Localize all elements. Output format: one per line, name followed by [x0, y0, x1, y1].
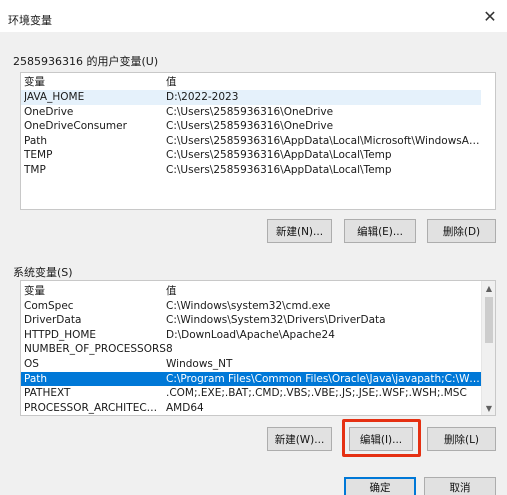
row-variable: PATHEXT: [24, 387, 71, 400]
row-variable: Path: [24, 134, 48, 147]
system-row-4[interactable]: NUMBER_OF_PROCESSORS 8: [21, 342, 481, 357]
row-value: C:\Users\2585936316\AppData\Local\Temp: [166, 149, 392, 162]
system-row-3[interactable]: HTTPD_HOME D:\DownLoad\Apache\Apache24: [21, 328, 481, 343]
window-title: 环境变量: [8, 14, 52, 27]
row-variable: NUMBER_OF_PROCESSORS: [24, 343, 166, 356]
system-new-button[interactable]: 新建(W)...: [267, 427, 332, 451]
row-value: C:\Users\2585936316\AppData\Local\Micros…: [166, 134, 480, 147]
vertical-scrollbar[interactable]: ▲ ▼: [481, 281, 495, 415]
row-variable: Path: [24, 372, 48, 385]
user-row-5[interactable]: TEMP C:\Users\2585936316\AppData\Local\T…: [21, 148, 481, 163]
column-header-variable[interactable]: 变量: [24, 75, 45, 90]
system-row-2[interactable]: DriverData C:\Windows\System32\Drivers\D…: [21, 313, 481, 328]
row-variable: ComSpec: [24, 299, 74, 312]
row-value: C:\Users\2585936316\OneDrive: [166, 105, 334, 118]
system-row-7[interactable]: PATHEXT .COM;.EXE;.BAT;.CMD;.VBS;.VBE;.J…: [21, 386, 481, 401]
scroll-up-icon[interactable]: ▲: [482, 281, 495, 295]
row-variable: TMP: [24, 164, 46, 176]
row-value: 8: [166, 343, 173, 356]
row-variable: OneDriveConsumer: [24, 120, 127, 133]
close-icon[interactable]: ✕: [473, 0, 507, 32]
system-variables-label: 系统变量(S): [13, 266, 73, 279]
row-variable: OS: [24, 358, 39, 370]
system-row-8[interactable]: PROCESSOR_ARCHITECTU... AMD64: [21, 401, 481, 415]
title-bar: 环境变量 ✕: [0, 0, 507, 32]
user-delete-button[interactable]: 删除(D): [427, 219, 496, 243]
user-row-2[interactable]: OneDrive C:\Users\2585936316\OneDrive: [21, 105, 481, 120]
user-row-6[interactable]: TMP C:\Users\2585936316\AppData\Local\Te…: [21, 163, 481, 178]
user-row-1[interactable]: JAVA_HOME D:\2022-2023: [21, 90, 481, 105]
row-value: C:\Users\2585936316\OneDrive: [166, 120, 334, 133]
row-value: .COM;.EXE;.BAT;.CMD;.VBS;.VBE;.JS;.JSE;.…: [166, 387, 467, 400]
row-value: Windows_NT: [166, 358, 233, 370]
scroll-down-icon[interactable]: ▼: [482, 401, 495, 415]
row-variable: HTTPD_HOME: [24, 328, 97, 341]
row-variable: PROCESSOR_ARCHITECTU...: [24, 401, 162, 414]
row-value: C:\Windows\system32\cmd.exe: [166, 299, 331, 312]
column-header-value[interactable]: 值: [166, 284, 177, 299]
row-value: D:\2022-2023: [166, 91, 239, 103]
column-header-value[interactable]: 值: [166, 75, 177, 90]
list-header: 变量 值: [21, 284, 481, 299]
system-delete-button[interactable]: 删除(L): [427, 427, 496, 451]
system-row-1[interactable]: ComSpec C:\Windows\system32\cmd.exe: [21, 299, 481, 314]
user-variables-list[interactable]: 变量 值 JAVA_HOME D:\2022-2023 OneDrive C:\…: [20, 72, 496, 210]
scroll-thumb[interactable]: [485, 297, 493, 343]
column-header-variable[interactable]: 变量: [24, 284, 45, 299]
system-variables-list[interactable]: 变量 值 ComSpec C:\Windows\system32\cmd.exe…: [20, 280, 496, 416]
ok-button[interactable]: 确定: [344, 477, 416, 495]
user-new-button[interactable]: 新建(N)...: [267, 219, 332, 243]
row-value: D:\DownLoad\Apache\Apache24: [166, 328, 335, 341]
list-header: 变量 值: [21, 75, 495, 90]
user-row-4[interactable]: Path C:\Users\2585936316\AppData\Local\M…: [21, 134, 481, 149]
row-variable: JAVA_HOME: [24, 91, 85, 103]
cancel-button[interactable]: 取消: [424, 477, 496, 495]
row-variable: OneDrive: [24, 105, 74, 118]
user-variables-label: 2585936316 的用户变量(U): [13, 55, 159, 68]
row-value: C:\Users\2585936316\AppData\Local\Temp: [166, 164, 392, 176]
row-value: C:\Program Files\Common Files\Oracle\Jav…: [166, 372, 480, 385]
system-row-5[interactable]: OS Windows_NT: [21, 357, 481, 372]
row-variable: DriverData: [24, 314, 82, 327]
row-value: C:\Windows\System32\Drivers\DriverData: [166, 314, 386, 327]
system-row-6-selected[interactable]: Path C:\Program Files\Common Files\Oracl…: [21, 371, 481, 387]
row-value: AMD64: [166, 401, 204, 414]
user-row-3[interactable]: OneDriveConsumer C:\Users\2585936316\One…: [21, 119, 481, 134]
annotation-highlight-box: [342, 419, 421, 457]
row-variable: TEMP: [24, 149, 53, 162]
user-edit-button[interactable]: 编辑(E)...: [344, 219, 416, 243]
